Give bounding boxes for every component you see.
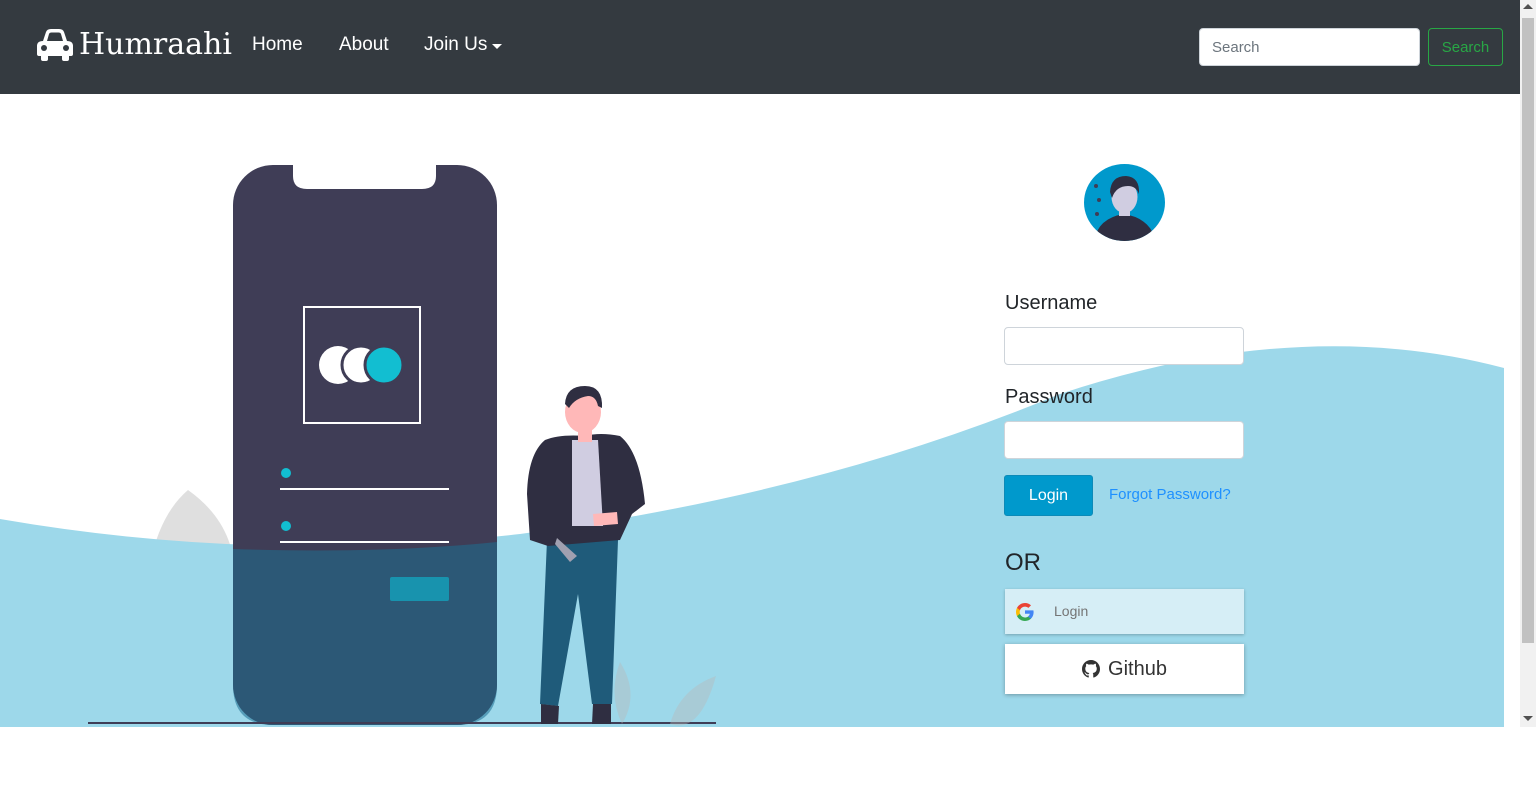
navbar: Humraahi Home About Join Us Search <box>0 0 1520 94</box>
login-button[interactable]: Login <box>1004 475 1093 516</box>
forgot-password-link[interactable]: Forgot Password? <box>1109 486 1231 503</box>
password-label: Password <box>1005 386 1093 408</box>
nav-join-us-dropdown[interactable]: Join Us <box>424 34 503 56</box>
or-divider: OR <box>1005 549 1041 576</box>
car-icon <box>37 29 73 61</box>
login-illustration <box>0 165 1504 727</box>
username-label: Username <box>1005 292 1098 314</box>
brand[interactable]: Humraahi <box>35 24 232 64</box>
scroll-down-arrow-icon[interactable] <box>1523 716 1533 721</box>
search-button[interactable]: Search <box>1428 28 1503 66</box>
google-icon <box>1016 603 1034 621</box>
nav-home[interactable]: Home <box>252 34 303 56</box>
nav-about[interactable]: About <box>339 34 389 56</box>
github-login-label: Github <box>1108 657 1167 680</box>
brand-name[interactable]: Humraahi <box>79 27 232 62</box>
user-avatar-icon <box>1084 164 1165 241</box>
username-input[interactable] <box>1004 327 1244 365</box>
search-input[interactable] <box>1199 28 1420 66</box>
password-input[interactable] <box>1004 421 1244 459</box>
scrollbar-thumb[interactable] <box>1522 18 1534 643</box>
github-login-button[interactable]: Github <box>1005 644 1244 694</box>
caret-down-icon <box>492 43 503 49</box>
google-login-button[interactable]: Login <box>1005 589 1244 634</box>
github-icon <box>1082 660 1101 678</box>
google-login-label: Login <box>1054 603 1089 619</box>
scroll-up-arrow-icon[interactable] <box>1523 4 1533 9</box>
nav-join-us-label: Join Us <box>424 34 488 55</box>
